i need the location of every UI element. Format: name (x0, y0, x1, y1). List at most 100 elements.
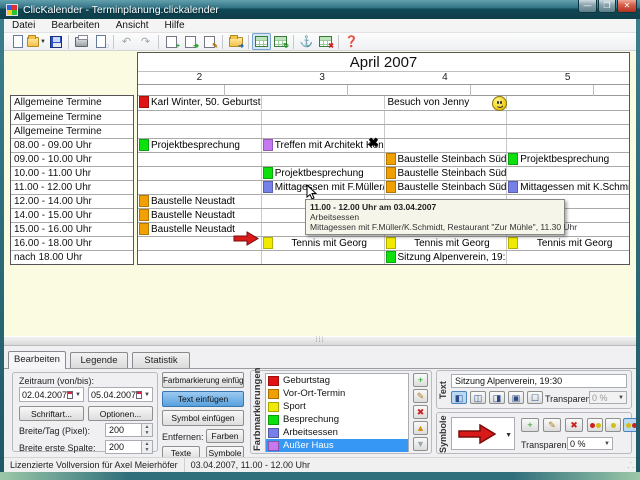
move-up-button[interactable]: ▲ (413, 421, 428, 435)
calendar-cell[interactable]: Mittagessen mit F.Müller/K... (261, 181, 384, 194)
calendar-cell[interactable] (138, 125, 261, 138)
calendar-cell[interactable] (261, 111, 384, 124)
calendar-cell[interactable]: Treffen mit Architekt König (261, 139, 384, 152)
delete-color-button[interactable]: ✖ (413, 405, 428, 419)
edit-color-button[interactable]: ✎ (413, 389, 428, 403)
farbmarkierung-einfuegen-button[interactable]: Farbmarkierung einfügen (162, 372, 244, 388)
calendar-cell[interactable] (138, 167, 261, 180)
help-button[interactable]: ❓ (342, 33, 361, 50)
calendar-cell[interactable]: Projektbesprechung (261, 167, 384, 180)
calendar-cell[interactable] (506, 111, 629, 124)
calendar-cell[interactable] (261, 153, 384, 166)
calendar-cell[interactable]: Projektbesprechung (138, 139, 261, 152)
calendar-cell[interactable]: Projektbesprechung (506, 153, 629, 166)
menu-hilfe[interactable]: Hilfe (157, 19, 193, 33)
text-align-full-toggle[interactable]: ▣ (508, 391, 524, 404)
dropdown-arrow-icon[interactable]: ▼ (142, 392, 152, 398)
calendar-cell[interactable] (261, 251, 384, 264)
calendar-cell[interactable]: Besuch von Jenny (384, 96, 507, 109)
calendar-cell[interactable]: Baustelle Steinbach Süd (384, 181, 507, 194)
dropdown-arrow-icon[interactable]: ▼ (73, 392, 83, 398)
menu-ansicht[interactable]: Ansicht (108, 19, 157, 33)
calendar-cell[interactable] (384, 125, 507, 138)
symbol-select-combo[interactable]: ▼ (451, 417, 515, 450)
calendar-cell[interactable] (506, 96, 629, 109)
spinner-arrows-icon[interactable]: ▲▼ (141, 424, 152, 436)
edit-symbol-button[interactable]: ✎ (543, 418, 561, 432)
tab-bearbeiten[interactable]: Bearbeiten (8, 351, 66, 369)
calendar-cell[interactable] (506, 139, 629, 152)
legend-item-sport[interactable]: Sport (266, 400, 408, 413)
calendar-cell[interactable] (384, 139, 507, 152)
breite-tag-spinner[interactable]: 200 ▲▼ (105, 423, 153, 437)
text-frame-checkbox[interactable]: ☐ (527, 391, 543, 404)
open-file-button[interactable]: ▼ (27, 33, 46, 50)
calendar-cell[interactable]: Sitzung Alpenverein, 19:30 (384, 251, 507, 264)
add-symbol-button[interactable]: + (521, 418, 539, 432)
move-down-button[interactable]: ▼ (413, 437, 428, 451)
spinner-arrows-icon[interactable]: ▲▼ (141, 441, 152, 453)
calendar-cell[interactable] (506, 167, 629, 180)
delete-symbol-button[interactable]: ✖ (565, 418, 583, 432)
symbol-transparenz-combo[interactable]: 0 % ▼ (567, 437, 613, 450)
menu-datei[interactable]: Datei (4, 19, 43, 33)
text-align-center-toggle[interactable]: ◫ (470, 391, 486, 404)
edit-entry-button[interactable]: ✎ (200, 33, 219, 50)
text-align-left-toggle[interactable]: ◧ (451, 391, 467, 404)
calendar-cell[interactable]: Baustelle Steinbach Süd (384, 153, 507, 166)
close-button[interactable]: ✕ (617, 0, 637, 13)
calendar-cell[interactable] (261, 125, 384, 138)
undo-button[interactable]: ↶ (117, 33, 136, 50)
calendar-cell[interactable] (506, 251, 629, 264)
calendar-cell[interactable]: Baustelle Neustadt (138, 195, 261, 208)
calendar-cell[interactable]: Mittagessen mit K.Schmidt/... (506, 181, 629, 194)
legend-item-besprechung[interactable]: Besprechung (266, 413, 408, 426)
optionen-button[interactable]: Optionen... (88, 406, 153, 421)
text-value-input[interactable]: Sitzung Alpenverein, 19:30 (451, 374, 627, 388)
breite-spalte-spinner[interactable]: 200 ▲▼ (105, 440, 153, 454)
export-button[interactable]: ➜ (226, 33, 245, 50)
redo-button[interactable]: ↷ (136, 33, 155, 50)
legend-item-au-er-haus[interactable]: Außer Haus (266, 439, 408, 452)
tab-legende[interactable]: Legende (70, 352, 128, 369)
save-button[interactable] (46, 33, 65, 50)
text-transparenz-combo[interactable]: 0 % ▼ (589, 391, 627, 404)
tab-statistik[interactable]: Statistik (132, 352, 190, 369)
refresh-view-button[interactable]: ↻ (271, 33, 290, 50)
new-document-button[interactable] (8, 33, 27, 50)
legend-item-geburtstag[interactable]: Geburtstag (266, 374, 408, 387)
calendar-cell[interactable] (138, 111, 261, 124)
delete-table-button[interactable]: ✖ (316, 33, 335, 50)
calendar-view-button[interactable] (252, 33, 271, 50)
title-bar[interactable]: ClicKalender - Terminplanung.clickalende… (0, 0, 640, 19)
print-button[interactable] (72, 33, 91, 50)
minimize-button[interactable]: — (578, 0, 597, 13)
calendar-cell[interactable] (261, 96, 384, 109)
symbol-pos-center-toggle[interactable] (605, 418, 621, 432)
splitter-handle[interactable]: ⁞⁞⁞ (4, 336, 636, 346)
print-preview-button[interactable]: ◌ (91, 33, 110, 50)
menu-bearbeiten[interactable]: Bearbeiten (43, 19, 107, 33)
insert-entry-button[interactable]: ➜ (181, 33, 200, 50)
schriftart-button[interactable]: Schriftart... (19, 406, 84, 421)
dropdown-arrow-icon[interactable]: ▼ (616, 395, 626, 401)
calendar-cell[interactable]: Tennis mit Georg (506, 237, 629, 250)
text-einfuegen-button[interactable]: Text einfügen (162, 391, 244, 407)
dropdown-arrow-icon[interactable]: ▼ (602, 441, 612, 447)
smiley-symbol[interactable] (492, 96, 507, 111)
maximize-button[interactable]: ❐ (598, 0, 616, 13)
symbol-pos-left-toggle[interactable] (587, 418, 603, 432)
calendar-cell[interactable]: Tennis mit Georg (261, 237, 384, 250)
calendar-cell[interactable] (384, 111, 507, 124)
calendar-cell[interactable] (506, 125, 629, 138)
legend-item-vor-ort-termin[interactable]: Vor-Ort-Termin (266, 387, 408, 400)
date-to-combo[interactable]: 05.04.2007 ▼ (88, 387, 153, 402)
x-symbol[interactable]: ✖ (368, 135, 379, 151)
text-align-right-toggle[interactable]: ◨ (489, 391, 505, 404)
calendar-cell[interactable] (138, 153, 261, 166)
calendar-cell[interactable]: Tennis mit Georg (384, 237, 507, 250)
calendar-cell[interactable]: Baustelle Steinbach Süd (384, 167, 507, 180)
anchor-button[interactable]: ⚓ (297, 33, 316, 50)
calendar-cell[interactable] (138, 181, 261, 194)
dropdown-arrow-icon[interactable]: ▼ (505, 432, 512, 439)
